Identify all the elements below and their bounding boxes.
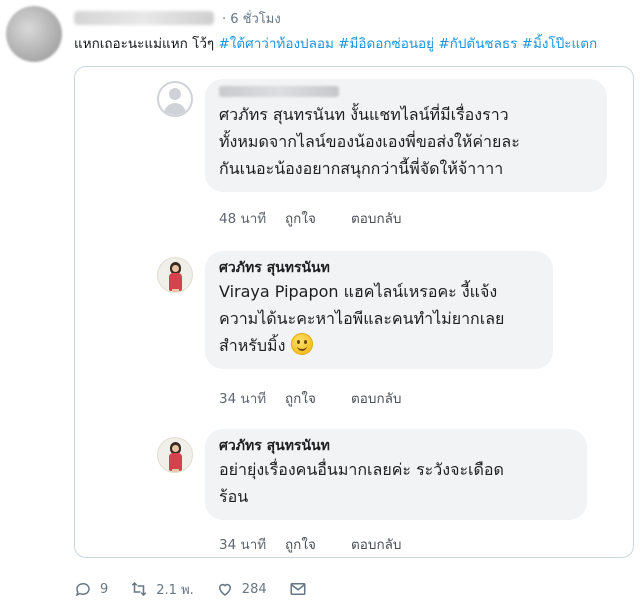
like-link[interactable]: ถูกใจ [285, 533, 351, 555]
comment-line-text: สำหรับมิ้ง [219, 336, 286, 355]
comment-author[interactable]: ศวภัทร สุนทรนันท [219, 436, 573, 456]
reply-action[interactable]: 9 [74, 580, 108, 598]
comment-meta: 48 นาที ถูกใจ ตอบกลับ [219, 207, 401, 229]
comment-line: ศวภัทร สุนทรนันท งั้นแชทไลน์ที่มีเรื่องร… [219, 105, 509, 124]
embedded-screenshot-card[interactable]: ศวภัทร สุนทรนันท งั้นแชทไลน์ที่มีเรื่องร… [74, 66, 634, 558]
comment-time: 34 นาที [219, 391, 267, 407]
tweet-body: แหกเถอะนะแม่แหก โว้ๆ [74, 36, 215, 52]
comment-bubble: ศวภัทร สุนทรนันท Viraya Pipapon แฮคไลน์เ… [205, 251, 553, 369]
hashtag-link[interactable]: #มีอิดอกซ่อนอยู่ [338, 36, 434, 52]
tweet-author-avatar[interactable] [6, 6, 62, 62]
like-link[interactable]: ถูกใจ [285, 207, 351, 229]
reply-link[interactable]: ตอบกลับ [351, 387, 401, 409]
like-link[interactable]: ถูกใจ [285, 387, 351, 409]
comment-time: 34 นาที [219, 537, 267, 553]
comment-author[interactable]: ศวภัทร สุนทรนันท [219, 258, 539, 278]
comment-line: ทั้งหมดจากไลน์ของน้องเองพี่ขอส่งให้ค่ายล… [219, 132, 520, 151]
reply-link[interactable]: ตอบกลับ [351, 533, 401, 555]
comment-author-blurred [219, 86, 339, 97]
comment-meta: 34 นาที ถูกใจ ตอบกลับ [219, 387, 401, 409]
comment-meta: 34 นาที ถูกใจ ตอบกลับ [219, 533, 401, 555]
smile-emoji-icon [291, 333, 314, 355]
tweet-header: · 6 ชั่วโมง [74, 8, 281, 28]
comment-line: อย่ายุ่งเรื่องคนอื่นมากเลยค่ะ ระวังจะเดื… [219, 460, 504, 479]
comment-line: ร้อน [219, 487, 249, 506]
comment-bubble: ศวภัทร สุนทรนันท อย่ายุ่งเรื่องคนอื่นมาก… [205, 429, 587, 520]
like-count: 284 [241, 581, 267, 597]
comment-line: ความได้นะคะหาไอพีและคนทำไม่ยากเลย [219, 309, 505, 328]
retweet-count: 2.1 พ. [156, 582, 194, 598]
envelope-icon [290, 583, 306, 595]
comment-line: สำหรับมิ้ง [219, 332, 539, 359]
commenter-avatar[interactable] [157, 257, 193, 293]
heart-icon [218, 583, 231, 596]
reply-count: 9 [100, 581, 109, 597]
tweet-timestamp[interactable]: · 6 ชั่วโมง [222, 8, 281, 29]
reply-icon [75, 582, 90, 597]
hashtag-link[interactable]: #กัปตันชลธร [438, 36, 517, 52]
commenter-avatar[interactable] [157, 437, 193, 473]
retweet-icon [132, 581, 147, 597]
hashtag-link[interactable]: #มิ้งโป๊ะแตก [522, 36, 598, 52]
like-action[interactable]: 284 [216, 580, 267, 598]
reply-link[interactable]: ตอบกลับ [351, 207, 401, 229]
tweet-author-name-blurred[interactable] [74, 11, 214, 25]
comment-time: 48 นาที [219, 211, 267, 227]
hashtag-link[interactable]: #ใต้ศาว่าท้องปลอม [218, 36, 333, 52]
dm-action[interactable] [289, 580, 315, 598]
tweet-text: แหกเถอะนะแม่แหก โว้ๆ #ใต้ศาว่าท้องปลอม #… [74, 32, 597, 54]
comment-line: กันเนอะน้องอยากสนุกกว่านี้พี่จัดให้จ้าาา… [219, 159, 504, 178]
tweet-actions: 9 2.1 พ. 284 [74, 578, 337, 600]
comment-line: Viraya Pipapon แฮคไลน์เหรอคะ งี้แจ้ง [219, 282, 498, 301]
comment-bubble: ศวภัทร สุนทรนันท งั้นแชทไลน์ที่มีเรื่องร… [205, 79, 607, 192]
default-avatar-icon [157, 81, 193, 117]
retweet-action[interactable]: 2.1 พ. [130, 579, 194, 600]
